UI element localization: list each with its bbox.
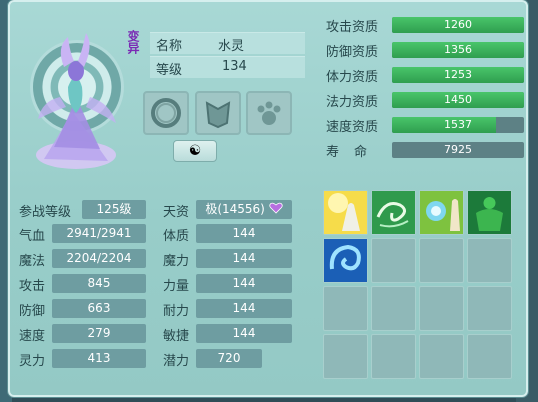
aptitude-bar-defense: 1356 <box>392 42 524 58</box>
armor-icon <box>205 101 231 129</box>
aptitude-value: 1260 <box>444 18 472 31</box>
skill-slot-empty[interactable] <box>467 238 512 283</box>
stat-label: 速度 <box>19 329 46 344</box>
stat-label: 力量 <box>163 279 190 294</box>
stat-label: 潜力 <box>163 354 190 369</box>
stat-label: 体质 <box>163 229 190 244</box>
yin-yang-button[interactable]: ☯ <box>173 140 217 162</box>
stat-label: 敏捷 <box>163 329 190 344</box>
wind-swirl-skill-icon <box>372 191 415 234</box>
paw-icon <box>257 101 281 125</box>
equip-slot-armor[interactable] <box>195 91 241 135</box>
aptitude-value: 1537 <box>444 118 472 131</box>
skill-slot-empty[interactable] <box>371 238 416 283</box>
skill-slot-empty[interactable] <box>467 286 512 331</box>
pet-name: 水灵 <box>218 39 245 54</box>
stat-label: 魔力 <box>163 254 190 269</box>
aptitude-bar-stamina: 1253 <box>392 67 524 83</box>
stat-value: 144 <box>196 324 292 343</box>
water-vortex-skill-icon <box>324 239 367 282</box>
skill-slot-empty[interactable] <box>371 334 416 379</box>
mutation-badge: 变异 <box>126 30 140 54</box>
stat-value: 413 <box>52 349 146 368</box>
stat-value: 144 <box>196 299 292 318</box>
sun-palm-skill-icon <box>324 191 367 234</box>
stat-value: 720 <box>196 349 262 368</box>
aptitude-bar-magic: 1450 <box>392 92 524 108</box>
skill-slot-2[interactable] <box>371 190 416 235</box>
stat-value: 144 <box>196 274 292 293</box>
stat-label: 耐力 <box>163 304 190 319</box>
skill-slot-empty[interactable] <box>419 334 464 379</box>
aptitude-bar-attack: 1260 <box>392 17 524 33</box>
skill-slot-1[interactable] <box>323 190 368 235</box>
skill-slot-5[interactable] <box>323 238 368 283</box>
aptitude-value: 1356 <box>444 43 472 56</box>
stat-value: 663 <box>52 299 146 318</box>
stat-label: 参战等级 <box>19 205 72 220</box>
stat-value: 2941/2941 <box>52 224 146 243</box>
aptitude-value: 1253 <box>444 68 472 81</box>
stat-label: 防御 <box>19 304 46 319</box>
aptitude-label: 攻击资质 <box>326 20 379 35</box>
stat-label: 攻击 <box>19 279 46 294</box>
pet-info-panel: 变异 名称 水灵 等级 134 ☯ 攻击资质 1260 防御资质 1356 体力… <box>8 0 528 397</box>
skill-slot-empty[interactable] <box>419 286 464 331</box>
stat-value: 2204/2204 <box>52 249 146 268</box>
lifespan-label: 寿 命 <box>326 145 369 160</box>
heart-icon <box>269 202 283 214</box>
stat-label: 灵力 <box>19 354 46 369</box>
collar-icon <box>151 98 181 128</box>
aptitude-label: 体力资质 <box>326 70 379 85</box>
skill-slot-empty[interactable] <box>467 334 512 379</box>
stat-value: 125级 <box>82 200 146 219</box>
stat-value: 845 <box>52 274 146 293</box>
level-label: 等级 <box>156 63 183 78</box>
stat-label: 天资 <box>163 205 190 220</box>
stat-label: 气血 <box>19 229 46 244</box>
skill-slot-empty[interactable] <box>371 286 416 331</box>
stat-value: 144 <box>196 249 292 268</box>
skill-slot-3[interactable] <box>419 190 464 235</box>
talent-value: 极(14556) <box>196 200 292 219</box>
aptitude-label: 法力资质 <box>326 95 379 110</box>
aptitude-bar-speed: 1537 <box>392 117 524 133</box>
pet-level: 134 <box>222 59 247 74</box>
aptitude-value: 1450 <box>444 93 472 106</box>
lifespan-bar: 7925 <box>392 142 524 158</box>
aptitude-label: 防御资质 <box>326 45 379 60</box>
skill-slot-4[interactable] <box>467 190 512 235</box>
strongman-skill-icon <box>468 191 511 234</box>
spirit-orb-skill-icon <box>420 191 463 234</box>
equip-slot-accessory[interactable] <box>246 91 292 135</box>
pet-sprite <box>36 33 116 169</box>
name-label: 名称 <box>156 39 183 54</box>
stat-value: 279 <box>52 324 146 343</box>
skill-slot-empty[interactable] <box>323 286 368 331</box>
lifespan-value: 7925 <box>444 143 472 156</box>
stat-value: 144 <box>196 224 292 243</box>
aptitude-label: 速度资质 <box>326 120 379 135</box>
equip-slot-collar[interactable] <box>143 91 189 135</box>
skill-slot-empty[interactable] <box>323 334 368 379</box>
stat-label: 魔法 <box>19 254 46 269</box>
skill-slot-empty[interactable] <box>419 238 464 283</box>
